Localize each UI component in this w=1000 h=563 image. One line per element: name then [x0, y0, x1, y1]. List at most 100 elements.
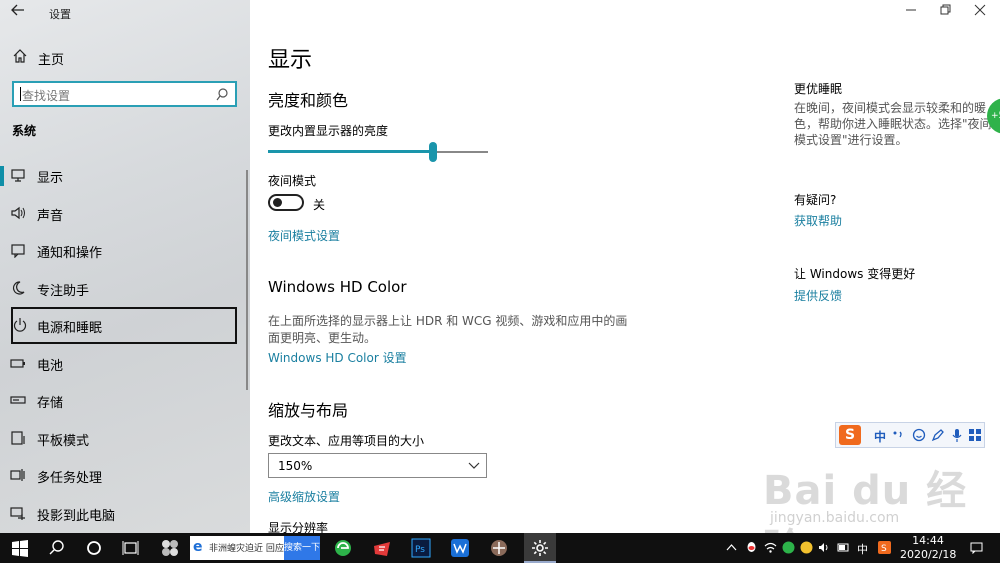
minimize-icon: [906, 9, 916, 11]
questions-heading: 有疑问?: [794, 193, 837, 207]
close-button[interactable]: [972, 4, 988, 20]
hdr-heading: Windows HD Color: [268, 278, 407, 296]
restore-button[interactable]: [938, 4, 954, 20]
yellow-app-icon[interactable]: [800, 541, 813, 554]
sidebar-item-label: 平板模式: [37, 434, 90, 449]
minimize-button[interactable]: [903, 4, 919, 20]
sidebar-item-notifications[interactable]: 通知和操作: [0, 232, 245, 268]
sidebar-item-label: 通知和操作: [37, 246, 103, 261]
back-button[interactable]: [8, 3, 28, 23]
hdr-settings-link[interactable]: Windows HD Color 设置: [268, 349, 407, 366]
taskbar-search-text: 非洲蝗灾迫近 回应: [209, 544, 284, 554]
home-icon: [13, 49, 27, 63]
sidebar-item-storage[interactable]: 存储: [0, 382, 245, 418]
emoji-icon[interactable]: [912, 428, 926, 442]
toggle-knob: [273, 198, 282, 207]
browser-e-icon: e: [193, 539, 203, 555]
scale-dropdown[interactable]: 150%: [268, 453, 487, 478]
ime-toolbar[interactable]: S 中: [835, 422, 985, 448]
wifi-icon[interactable]: [764, 541, 777, 554]
back-arrow-icon: [11, 4, 24, 16]
sidebar-item-focus-assist[interactable]: 专注助手: [0, 270, 245, 306]
taskbar: e 非洲蝗灾迫近 回应 搜索一下 Ps 中 S 14:44 2020/2/18: [0, 533, 1000, 563]
game-app-icon[interactable]: [489, 538, 509, 558]
chevron-down-icon: [468, 462, 480, 469]
sidebar-item-project-to-pc[interactable]: 投影到此电脑: [0, 495, 245, 531]
ime-logo[interactable]: S: [839, 425, 861, 445]
title-bar: 设置: [0, 0, 250, 28]
brightness-label: 更改内置显示器的亮度: [268, 124, 389, 138]
sidebar-item-battery[interactable]: 电池: [0, 345, 245, 381]
punctuation-icon[interactable]: [891, 428, 905, 442]
cortana-icon[interactable]: [84, 538, 104, 558]
search-icon: [216, 88, 228, 101]
clock-date: 2020/2/18: [900, 548, 957, 561]
red-app-icon[interactable]: [372, 538, 392, 558]
close-icon: [974, 4, 986, 16]
notification-center-icon[interactable]: [970, 541, 983, 554]
browser-app-icon[interactable]: [333, 538, 353, 558]
night-light-toggle[interactable]: [268, 194, 304, 211]
text-caret: [20, 87, 21, 101]
wps-writer-icon[interactable]: [450, 538, 470, 558]
sidebar-item-label: 显示: [37, 171, 64, 186]
page-title: 显示: [268, 48, 313, 73]
battery-icon[interactable]: [837, 541, 850, 554]
search-icon[interactable]: [47, 538, 67, 558]
toolbox-icon[interactable]: [968, 428, 982, 442]
svg-text:S: S: [881, 544, 887, 554]
hdr-description: 在上面所选择的显示器上让 HDR 和 WCG 视频、游戏和应用中的画面更明亮、更…: [268, 314, 628, 345]
sidebar-item-display[interactable]: 显示: [0, 157, 245, 193]
sidebar-item-sound[interactable]: 声音: [0, 195, 245, 231]
night-light-label: 夜间模式: [268, 174, 317, 188]
microphone-icon[interactable]: [950, 428, 964, 442]
sidebar-item-multitasking[interactable]: 多任务处理: [0, 457, 245, 493]
taskbar-settings-active[interactable]: [524, 533, 556, 563]
brightness-slider[interactable]: [268, 142, 488, 162]
photoshop-icon[interactable]: Ps: [411, 538, 431, 558]
better-sleep-description: 在晚间，夜间模式会显示较柔和的暖色，帮助你进入睡眠状态。选择"夜间模式设置"进行…: [794, 101, 992, 147]
taskbar-clock[interactable]: 14:44 2020/2/18: [900, 534, 956, 562]
get-help-link[interactable]: 获取帮助: [794, 212, 842, 229]
night-light-state: 关: [313, 198, 326, 212]
taskbar-search-box[interactable]: e 非洲蝗灾迫近 回应 搜索一下: [190, 536, 320, 560]
search-input[interactable]: 查找设置: [12, 81, 237, 107]
slider-fill: [268, 150, 433, 153]
gear-icon: [532, 540, 548, 556]
taskbar-search-button[interactable]: 搜索一下: [284, 536, 320, 560]
section-label: 系统: [12, 124, 37, 138]
moon-icon: [12, 281, 25, 295]
give-feedback-link[interactable]: 提供反馈: [794, 287, 842, 304]
task-view-icon[interactable]: [121, 538, 141, 558]
night-light-settings-link[interactable]: 夜间模式设置: [268, 227, 340, 244]
sogou-tray-icon[interactable]: S: [878, 541, 891, 554]
windows-start-icon[interactable]: [10, 538, 30, 558]
storage-icon: [10, 396, 26, 404]
sidebar-item-label: 多任务处理: [37, 471, 103, 486]
sidebar-item-home[interactable]: 主页: [0, 44, 250, 70]
volume-icon[interactable]: [818, 541, 831, 554]
tablet-icon: [11, 431, 25, 445]
sidebar-item-label: 电源和睡眠: [37, 321, 103, 336]
qq-icon[interactable]: [745, 541, 758, 554]
clock-time: 14:44: [912, 534, 944, 547]
sidebar-item-label: 专注助手: [37, 284, 90, 299]
improve-windows-heading: 让 Windows 变得更好: [794, 267, 916, 281]
svg-text:Ps: Ps: [415, 545, 425, 555]
chevron-up-icon[interactable]: [725, 541, 738, 554]
green-badge-icon[interactable]: [782, 541, 795, 554]
sidebar-item-power-sleep[interactable]: 电源和睡眠: [11, 307, 237, 344]
scale-heading: 缩放与布局: [268, 401, 349, 420]
multitask-icon: [10, 469, 25, 481]
battery-icon: [10, 359, 25, 368]
tray-language[interactable]: 中: [857, 541, 868, 557]
settings-content: 显示 亮度和颜色 更改内置显示器的亮度 夜间模式 关 夜间模式设置 Window…: [250, 0, 1000, 563]
pinwheel-app-icon[interactable]: [160, 538, 180, 558]
pen-icon[interactable]: [931, 428, 945, 442]
sidebar-item-tablet-mode[interactable]: 平板模式: [0, 420, 245, 456]
ime-language[interactable]: 中: [874, 428, 886, 445]
advanced-scaling-link[interactable]: 高级缩放设置: [268, 488, 340, 505]
search-placeholder: 查找设置: [22, 89, 71, 103]
sidebar-scrollbar[interactable]: [246, 170, 248, 390]
slider-thumb[interactable]: [429, 142, 437, 162]
